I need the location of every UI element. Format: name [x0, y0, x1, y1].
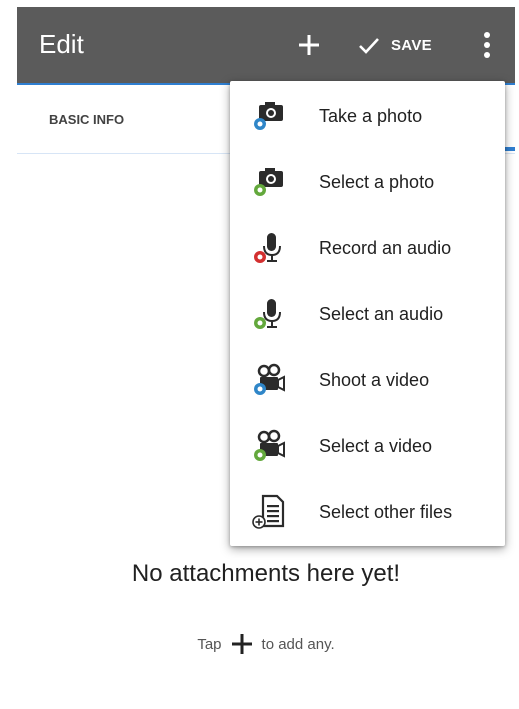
tab-indicator [505, 147, 515, 151]
menu-item-select-photo[interactable]: Select a photo [230, 149, 505, 215]
empty-state-hint: Tap to add any. [17, 632, 515, 656]
menu-item-record-audio[interactable]: Record an audio [230, 215, 505, 281]
menu-item-label: Select a photo [319, 171, 435, 192]
menu-item-label: Shoot a video [319, 369, 430, 390]
toolbar-title: Edit [39, 29, 84, 59]
plus-icon [231, 634, 252, 654]
save-label: SAVE [391, 36, 432, 54]
file-add-icon [252, 494, 285, 529]
plus-icon [299, 35, 319, 55]
menu-item-label: Take a photo [319, 105, 423, 126]
tab-basic-info[interactable]: BASIC INFO [49, 112, 124, 127]
microphone-select-icon [254, 299, 281, 329]
menu-item-label: Select other files [319, 501, 453, 522]
menu-item-select-video[interactable]: Select a video [230, 413, 505, 479]
add-button[interactable] [289, 25, 329, 65]
camera-select-icon [254, 168, 283, 196]
add-attachment-menu: Take a photo Select a photo Record an au… [230, 81, 505, 546]
check-icon [359, 38, 379, 54]
hint-suffix: to add any. [261, 635, 335, 653]
hint-prefix: Tap [197, 635, 222, 653]
video-camera-select-icon [254, 429, 285, 461]
video-camera-shoot-icon [254, 363, 285, 395]
menu-item-label: Select a video [319, 435, 433, 456]
save-button[interactable]: SAVE [357, 29, 432, 61]
empty-state-title: No attachments here yet! [131, 560, 401, 587]
menu-item-shoot-video[interactable]: Shoot a video [230, 347, 505, 413]
app-toolbar: Edit SAVE [17, 7, 515, 83]
microphone-record-icon [254, 233, 281, 263]
menu-item-take-photo[interactable]: Take a photo [230, 83, 505, 149]
menu-item-select-audio[interactable]: Select an audio [230, 281, 505, 347]
overflow-menu-button[interactable] [473, 29, 501, 61]
menu-item-label: Record an audio [319, 237, 452, 258]
menu-item-select-other-files[interactable]: Select other files [230, 479, 505, 545]
camera-take-icon [254, 102, 283, 130]
menu-item-label: Select an audio [319, 303, 444, 324]
more-vert-icon [484, 32, 490, 58]
